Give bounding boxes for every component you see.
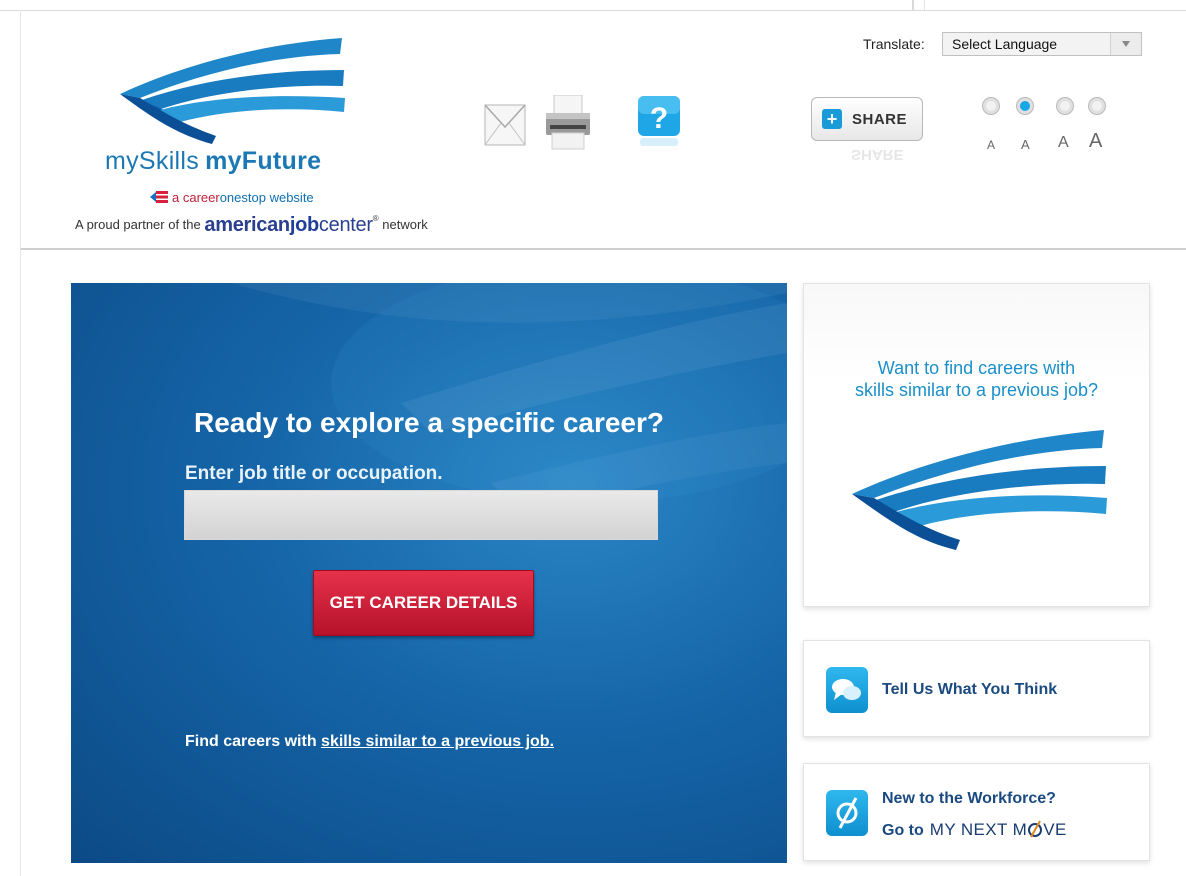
chevron-down-icon[interactable] xyxy=(1110,33,1141,55)
goto-label: Go to xyxy=(882,822,924,839)
chat-bubble-icon xyxy=(826,667,868,713)
compass-icon xyxy=(826,790,868,836)
partner-line: A proud partner of the americanjobcenter… xyxy=(75,214,428,237)
mnm-part-a: MY NEXT M xyxy=(929,820,1028,839)
registered-mark: ® xyxy=(372,214,379,223)
hero-title: Ready to explore a specific career? xyxy=(194,407,664,438)
my-next-move-compass-icon xyxy=(1028,820,1043,838)
feedback-panel[interactable]: Tell Us What You Think xyxy=(803,640,1150,737)
font-size-radio-large[interactable] xyxy=(1056,97,1074,115)
translate-label: Translate: xyxy=(863,36,925,52)
workforce-goto-line: Go to MY NEXT M VE xyxy=(882,820,1067,840)
promo-line-1: Want to find careers with xyxy=(877,358,1076,378)
divider xyxy=(924,0,925,10)
workforce-heading: New to the Workforce? xyxy=(882,790,1056,807)
brand-wordmark[interactable]: mySkills myFuture xyxy=(105,147,321,176)
font-size-radio-small[interactable] xyxy=(982,97,1000,115)
new-to-workforce-panel[interactable]: New to the Workforce? Go to MY NEXT M VE xyxy=(803,763,1150,861)
divider xyxy=(912,0,914,10)
ajc-american: american xyxy=(204,214,290,236)
mnm-part-b: VE xyxy=(1043,820,1067,839)
careeronestop-tagline[interactable]: a careeronestop website xyxy=(150,190,314,205)
partner-prefix: A proud partner of the xyxy=(75,217,201,232)
share-button-reflection: SHARE xyxy=(811,146,923,170)
share-label: SHARE xyxy=(852,110,908,128)
similar-skills-promo-panel[interactable]: Want to find careers with skills similar… xyxy=(803,283,1150,607)
help-icon[interactable]: ? xyxy=(638,96,680,146)
tagline-part-a: a career xyxy=(172,190,220,205)
font-size-label-large[interactable]: A xyxy=(1058,134,1069,152)
feedback-label: Tell Us What You Think xyxy=(882,681,1058,698)
font-size-label-small[interactable]: A xyxy=(987,138,995,152)
font-size-label-xlarge[interactable]: A xyxy=(1089,130,1102,153)
my-next-move-link[interactable]: MY NEXT M VE xyxy=(930,820,1067,839)
myskills-swoosh-icon xyxy=(852,430,1107,550)
font-size-label-medium[interactable]: A xyxy=(1021,137,1030,152)
font-size-radio-xlarge[interactable] xyxy=(1088,97,1106,115)
promo-text: Want to find careers with skills similar… xyxy=(804,357,1149,401)
job-title-input[interactable] xyxy=(184,490,658,540)
svg-text:?: ? xyxy=(650,102,668,135)
language-select[interactable]: Select Language xyxy=(942,32,1142,56)
email-icon[interactable] xyxy=(484,103,526,147)
ajc-center: center xyxy=(318,214,373,236)
share-button[interactable]: + SHARE xyxy=(811,97,923,141)
tagline-part-b: onestop website xyxy=(219,190,314,205)
careeronestop-flag-icon xyxy=(150,191,168,203)
find-careers-line: Find careers with skills similar to a pr… xyxy=(185,733,554,751)
find-careers-prefix: Find careers with xyxy=(185,733,317,750)
get-career-details-button[interactable]: GET CAREER DETAILS xyxy=(313,570,534,636)
print-icon[interactable] xyxy=(544,95,592,151)
share-reflection-text: SHARE xyxy=(851,146,904,163)
language-select-value: Select Language xyxy=(952,36,1058,52)
promo-line-2: skills similar to a previous job? xyxy=(854,380,1099,400)
skills-similar-link[interactable]: skills similar to a previous job. xyxy=(321,733,554,750)
job-title-input-label: Enter job title or occupation. xyxy=(185,463,443,484)
myskills-logo-swoosh-icon[interactable] xyxy=(120,36,345,146)
partner-suffix: network xyxy=(382,217,428,232)
career-search-hero: Ready to explore a specific career? Ente… xyxy=(71,283,787,863)
font-size-radio-medium[interactable] xyxy=(1016,97,1034,115)
brand-strong: myFuture xyxy=(205,147,322,175)
ajc-job: job xyxy=(289,214,319,236)
plus-icon: + xyxy=(822,109,842,129)
americanjobcenter-logo[interactable]: americanjobcenter xyxy=(204,214,373,236)
brand-prefix: mySkills xyxy=(105,147,200,175)
